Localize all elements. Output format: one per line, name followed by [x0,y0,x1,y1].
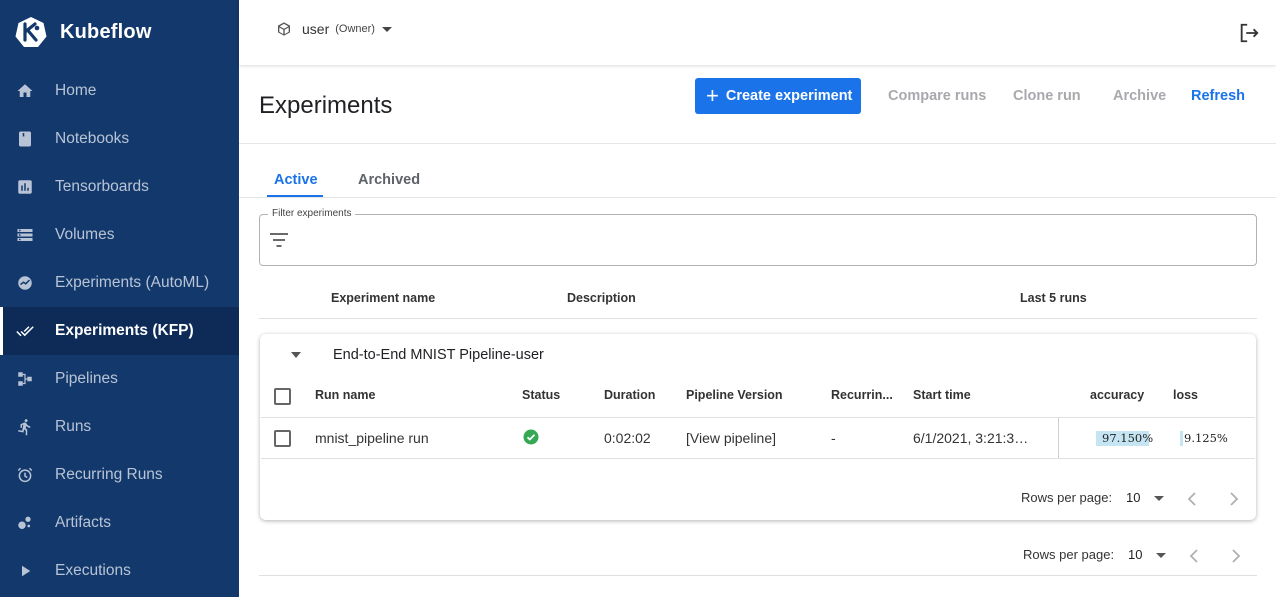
column-description: Description [567,291,636,305]
sidebar-item-label: Pipelines [55,370,118,387]
column-duration: Duration [604,388,656,402]
storage-icon [16,226,34,244]
inner-previous-page-icon[interactable] [1186,492,1198,506]
column-run-name[interactable]: Run name [315,388,375,402]
sidebar-item-label: Runs [55,418,92,435]
select-all-runs-checkbox[interactable] [274,388,291,405]
rows-per-page-select[interactable]: 10 [1128,547,1142,562]
cube-icon [278,22,290,36]
sidebar-item-label: Recurring Runs [55,466,163,483]
status-success-icon [523,429,539,445]
alarm-icon [16,466,34,484]
chart-icon [16,178,34,196]
pipeline-icon [16,370,34,388]
column-accuracy: accuracy [1090,388,1145,402]
run-name-link[interactable]: mnist_pipeline run [315,430,429,446]
archive-button[interactable]: Archive [1113,78,1166,114]
collapse-caret-icon[interactable] [291,352,301,358]
run-row-checkbox[interactable] [274,430,291,447]
run-start-time: 6/1/2021, 3:21:3… [913,430,1029,446]
column-status: Status [522,388,561,402]
brand-name: Kubeflow [60,20,152,43]
run-recurring: - [831,430,836,446]
clone-run-button[interactable]: Clone run [1013,78,1081,114]
previous-page-icon[interactable] [1188,549,1200,563]
filter-experiments-input[interactable] [259,214,1257,266]
sidebar-item-runs[interactable]: Runs [0,403,239,451]
logout-icon[interactable] [1238,22,1260,44]
table-header-divider [259,318,1257,319]
chevron-down-icon [381,26,392,32]
notebook-icon [16,130,34,148]
bubble-icon [16,514,34,532]
sidebar-item-notebooks[interactable]: Notebooks [0,115,239,163]
page-title: Experiments [259,92,393,119]
inner-rows-per-page-label: Rows per page: [1021,490,1113,505]
run-accuracy: 97.150% [1102,431,1154,445]
tab-active[interactable]: Active [274,172,318,188]
view-pipeline-link[interactable]: [View pipeline] [686,430,776,446]
sidebar-item-executions[interactable]: Executions [0,547,239,595]
chevron-down-icon[interactable] [1154,496,1164,501]
sidebar-item-volumes[interactable]: Volumes [0,211,239,259]
sidebar-item-pipelines[interactable]: Pipelines [0,355,239,403]
sidebar-item-label: Executions [55,562,131,579]
namespace-selector[interactable]: user (Owner) [276,21,392,37]
sidebar-item-label: Home [55,82,97,99]
top-bar: user (Owner) [239,0,1276,65]
namespace-role: (Owner) [335,23,375,35]
sidebar-nav: Home Notebooks Tensorboards Volumes Expe… [0,67,239,595]
experiment-name[interactable]: End-to-End MNIST Pipeline-user [333,347,544,363]
column-pipeline-version: Pipeline Version [686,388,783,402]
bottom-divider [259,575,1257,576]
sidebar-item-recurring-runs[interactable]: Recurring Runs [0,451,239,499]
header-divider [239,143,1276,144]
run-loss: 9.125% [1184,431,1228,445]
filter-icon [270,233,288,247]
create-experiment-label: Create experiment [725,88,853,104]
column-last-runs: Last 5 runs [1020,291,1087,305]
inner-rows-per-page-select[interactable]: 10 [1126,490,1140,505]
sidebar: Kubeflow Home Notebooks Tensorboards Vol… [0,0,239,597]
automl-icon [16,274,34,292]
create-experiment-button[interactable]: + Create experiment [695,78,861,114]
sidebar-item-label: Tensorboards [55,178,149,195]
play-icon [16,562,34,580]
sidebar-item-experiments-kfp[interactable]: Experiments (KFP) [0,307,239,355]
tab-archived[interactable]: Archived [358,172,420,188]
loss-bar [1180,431,1183,446]
column-recurring: Recurrin... [831,388,893,402]
plus-icon: + [706,83,719,108]
compare-runs-button[interactable]: Compare runs [888,78,986,114]
column-start-time[interactable]: Start time [913,388,971,402]
sidebar-item-label: Volumes [55,226,115,243]
brand[interactable]: Kubeflow [15,14,152,50]
filter-experiments-label: Filter experiments [268,208,356,219]
sidebar-item-artifacts[interactable]: Artifacts [0,499,239,547]
metric-column-separator [1058,418,1059,458]
sidebar-item-label: Experiments (KFP) [55,322,194,339]
column-experiment-name[interactable]: Experiment name [331,291,435,305]
next-page-icon[interactable] [1230,549,1242,563]
run-header-divider [261,417,1255,418]
run-row-divider [261,458,1255,459]
run-icon [16,418,34,436]
sidebar-item-home[interactable]: Home [0,67,239,115]
sidebar-item-label: Experiments (AutoML) [55,274,210,291]
sidebar-item-tensorboards[interactable]: Tensorboards [0,163,239,211]
refresh-button[interactable]: Refresh [1191,78,1245,114]
run-duration: 0:02:02 [604,430,651,446]
rows-per-page-label: Rows per page: [1023,547,1115,562]
sidebar-item-label: Artifacts [55,514,111,531]
kubeflow-logo-icon [15,17,47,47]
tabs-divider [239,197,1276,198]
done-all-icon [16,322,34,340]
chevron-down-icon[interactable] [1156,553,1166,558]
column-loss: loss [1173,388,1199,402]
inner-next-page-icon[interactable] [1228,492,1240,506]
home-icon [16,82,34,100]
sidebar-item-experiments-automl[interactable]: Experiments (AutoML) [0,259,239,307]
sidebar-item-label: Notebooks [55,130,130,147]
namespace-name: user [302,21,330,37]
